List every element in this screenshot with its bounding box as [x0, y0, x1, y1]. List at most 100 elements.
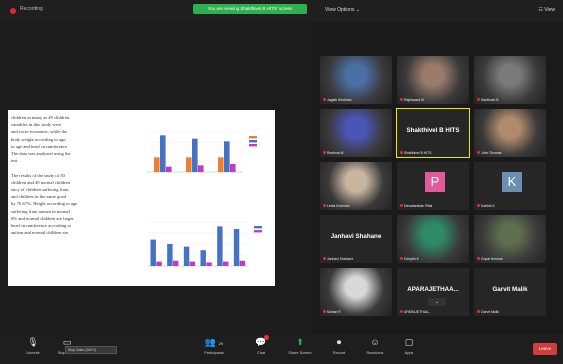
participant-video [474, 56, 546, 104]
participant-display-name: APARAJETHAA... [407, 286, 459, 293]
participant-name-label: Jagath Krishnan [323, 98, 352, 102]
chart1-bar [154, 157, 160, 172]
participant-tile[interactable]: Gopal Krishna [473, 214, 547, 264]
view-button[interactable]: ☷ View [538, 7, 555, 13]
participant-name-text: Deepthi K [404, 257, 419, 261]
participant-name-label: Garvit Malik [477, 310, 499, 314]
share-screen-label: Share Screen [288, 351, 312, 355]
participant-display-name: Janhavi Shahane [330, 233, 382, 240]
muted-mic-icon [400, 151, 403, 154]
chart2-bar [183, 246, 190, 266]
reactions-label: Reactions [366, 351, 384, 355]
participant-name-text: APARAJETHAA... [404, 310, 432, 314]
participant-avatar: K [502, 172, 522, 192]
participant-name-label: Shakthivel B HITS [400, 151, 432, 155]
participant-tile[interactable]: Santhosh B [473, 55, 547, 105]
unmute-button[interactable]: 🎙 Unmute [16, 337, 50, 355]
participants-button[interactable]: 👥 29 Participants [197, 337, 231, 355]
apps-button[interactable]: ▢ Apps [392, 337, 426, 355]
document-line: variables in this study were [11, 122, 62, 128]
participants-label: Participants [204, 351, 224, 355]
participant-name-text: Garvit Malik [481, 310, 499, 314]
participant-name-label: Leela Krishnan [323, 204, 350, 208]
chart1-bar [230, 164, 236, 172]
participant-tile[interactable]: Shakthivel B HITS Shakthivel B HITS [396, 108, 470, 158]
participant-name-label: Rajeswara M [400, 98, 424, 102]
chat-icon: 💬 [255, 337, 267, 347]
participant-tile[interactable]: P Devadarshan Pillai [396, 161, 470, 211]
chart1-legend-swatch [249, 144, 257, 147]
share-screen-button[interactable]: ⬆ Share Screen [283, 337, 317, 355]
document-line: test. [11, 158, 19, 164]
apps-icon: ▢ [404, 337, 414, 347]
participant-name-label: Karthik K [477, 204, 495, 208]
chart2-bar [223, 261, 229, 266]
document-line: The data was analyzed using the [11, 151, 71, 157]
muted-mic-icon [323, 257, 326, 260]
chart2-bar [233, 229, 240, 266]
share-screen-icon: ⬆ [296, 337, 304, 347]
muted-mic-icon [323, 204, 326, 207]
participant-name-label: APARAJETHAA... [400, 310, 431, 314]
chat-button[interactable]: 💬 Chat [244, 335, 278, 355]
chart2-bar [156, 261, 162, 266]
participant-name-label: Santhosh B [477, 98, 499, 102]
chart2-bar [217, 226, 223, 266]
document-line: children and 49 normal children [11, 179, 70, 185]
participant-name-text: Leela Krishnan [327, 204, 350, 208]
view-options-button[interactable]: View Options ⌄ [325, 7, 360, 13]
reactions-button[interactable]: ☺ Reactions [358, 337, 392, 355]
document-line: by 76.67%. Height according to age [11, 201, 78, 207]
participant-display-name: Shakthivel B HITS [406, 127, 460, 134]
participant-gallery: Jagath Krishnan Rajeswara M Santhosh B Resh… [313, 22, 563, 334]
participant-tile[interactable]: Deepthi K [396, 214, 470, 264]
chat-label: Chat [256, 351, 266, 355]
apps-label: Apps [404, 351, 414, 355]
chart2-bar [239, 260, 246, 266]
muted-mic-icon [477, 151, 480, 154]
muted-mic-icon [323, 310, 326, 313]
chart1-bar [192, 138, 198, 172]
participant-tile[interactable]: APARAJETHAA... APARAJETHAA... [396, 267, 470, 317]
muted-mic-icon [477, 257, 480, 260]
chart2-legend-swatch [254, 230, 262, 233]
muted-mic-icon [400, 310, 403, 313]
participant-avatar: P [425, 172, 445, 192]
record-button[interactable]: ⏺ Record [322, 337, 356, 355]
gallery-next-page-button[interactable]: ⌄ [428, 298, 446, 306]
chart2-legend-swatch [254, 226, 262, 229]
participant-name-label: Mohan R [323, 310, 341, 314]
participant-tile[interactable]: Reshma M [319, 108, 393, 158]
recording-label: Recording [20, 6, 43, 12]
document-line: children in many as 49 children. [11, 115, 71, 120]
record-icon: ⏺ [336, 337, 342, 347]
muted-mic-icon [400, 98, 403, 101]
participant-video [320, 268, 392, 316]
chart1-legend-swatch [249, 136, 257, 139]
participant-tile[interactable]: Jagath Krishnan [319, 55, 393, 105]
participant-name-text: Mohan R [327, 310, 341, 314]
participant-video [320, 109, 392, 157]
participant-name-label: Devadarshan Pillai [400, 204, 432, 208]
participant-name-text: Janhavi Shahane [327, 257, 354, 261]
participant-tile[interactable]: K Karthik K [473, 161, 547, 211]
document-line: and socio-economic, while the [11, 129, 68, 135]
participant-video [320, 56, 392, 104]
leave-button[interactable]: Leave [533, 343, 557, 355]
participant-tile[interactable]: Rajeswara M [396, 55, 470, 105]
participant-tile[interactable]: Janhavi Shahane Janhavi Shahane [319, 214, 393, 264]
participant-tile[interactable]: Garvit Malik Garvit Malik [473, 267, 547, 317]
participant-name-label: Reshma M [323, 151, 343, 155]
participant-tile[interactable]: John Thomas [473, 108, 547, 158]
muted-mic-icon [477, 98, 480, 101]
chart2-bar [206, 262, 212, 266]
participant-tile[interactable]: Mohan R [319, 267, 393, 317]
participant-video [474, 215, 546, 263]
chart1-legend-swatch [249, 140, 257, 143]
participant-name-label: Janhavi Shahane [323, 257, 353, 261]
chart1-bar [218, 157, 224, 172]
screen-share-banner: You are viewing Shakthivel B HITS' scree… [193, 4, 307, 14]
participant-tile[interactable]: Leela Krishnan [319, 161, 393, 211]
chart1-bar [198, 165, 204, 172]
document-line: suffering from autism in normal [11, 208, 70, 214]
